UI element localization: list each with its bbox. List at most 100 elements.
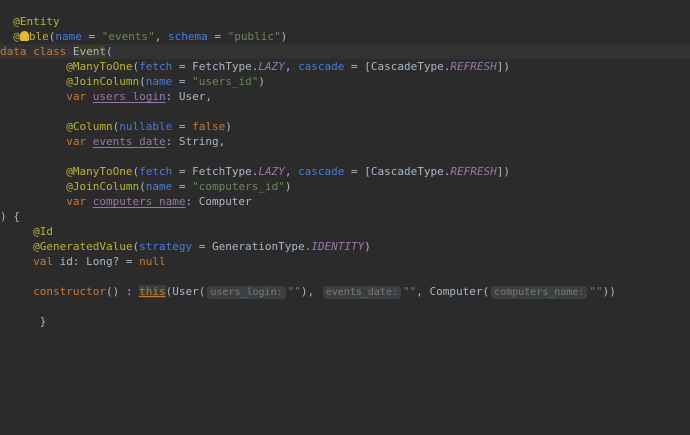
param-fetch: fetch	[139, 165, 173, 178]
param-hint-events-date: events_date:	[322, 286, 401, 299]
equals: =	[172, 180, 193, 193]
paren: )	[364, 240, 371, 253]
code-line-3: data class Event(	[0, 44, 690, 59]
param-hint-computers-name: computers_name:	[491, 286, 588, 299]
code-line-2: @ ble(name = "events", schema = "public")	[0, 29, 690, 44]
type-string: : String,	[165, 135, 226, 148]
type-user: : User,	[165, 90, 212, 103]
param-schema: schema	[167, 30, 208, 43]
keyword-var: var	[66, 90, 93, 103]
code-line-17: val id: Long? = null	[0, 254, 690, 269]
equals: =	[81, 30, 102, 43]
user-call: (User(	[165, 285, 206, 298]
string-events: "events"	[101, 30, 155, 43]
column-annotation: @Column	[66, 120, 113, 133]
class-body-close: }	[39, 315, 47, 328]
paren: (	[139, 180, 146, 193]
code-line-21: }	[0, 314, 690, 329]
table-annotation-name: ble	[28, 30, 49, 43]
join-column-annotation: @JoinColumn	[66, 75, 140, 88]
code-line-19: constructor() : this(User(users_login: ""…	[0, 284, 690, 299]
many-to-one-annotation: @ManyToOne	[66, 60, 133, 73]
keyword-this: this	[139, 285, 166, 298]
const-refresh: REFRESH	[450, 60, 497, 73]
lightbulb-icon[interactable]	[19, 31, 29, 41]
constructor-signature: () :	[105, 285, 140, 298]
const-refresh: REFRESH	[450, 165, 497, 178]
fetch-type: = FetchType.	[172, 165, 259, 178]
cascade-type: = [CascadeType.	[344, 165, 451, 178]
const-lazy: LAZY	[258, 60, 285, 73]
param-fetch: fetch	[139, 60, 173, 73]
param-name: name	[55, 30, 82, 43]
code-line-5: @JoinColumn(name = "users_id")	[0, 74, 690, 89]
paren: )	[258, 75, 265, 88]
string-users-id: "users_id"	[192, 75, 259, 88]
paren: )	[284, 180, 292, 193]
param-cascade: cascade	[298, 165, 345, 178]
class-name-event: Event	[72, 45, 106, 58]
table-annotation-at: @	[13, 30, 20, 43]
param-nullable: nullable	[119, 120, 173, 133]
comma: ,	[284, 60, 299, 73]
keyword-false: false	[192, 120, 226, 133]
comma: ,	[284, 165, 299, 178]
code-line-4: @ManyToOne(fetch = FetchType.LAZY, casca…	[0, 59, 690, 74]
property-users-login: users_login	[92, 90, 166, 103]
string-computers-id: "computers_id"	[192, 180, 285, 193]
string-empty: ""	[402, 285, 417, 298]
string-empty: ""	[287, 285, 301, 298]
bracket-close: ])	[496, 165, 510, 178]
paren-close: ))	[602, 285, 616, 298]
generation-type: = GenerationType.	[192, 240, 312, 253]
id-annotation: @Id	[33, 225, 53, 238]
code-line-13: var computers_name: Computer	[0, 194, 690, 209]
property-computers-name: computers_name	[92, 195, 186, 208]
code-line-12: @JoinColumn(name = "computers_id")	[0, 179, 690, 194]
code-line-8: @Column(nullable = false)	[0, 119, 690, 134]
keyword-null: null	[139, 255, 166, 268]
const-lazy: LAZY	[258, 165, 285, 178]
code-editor[interactable]: @Entity @ ble(name = "events", schema = "…	[0, 0, 690, 435]
fold-marker-icon[interactable]	[0, 209, 4, 224]
code-line-9: var events_date: String,	[0, 134, 690, 149]
property-events-date: events_date	[92, 135, 166, 148]
paren: (	[105, 45, 113, 58]
keyword-constructor: constructor	[33, 285, 106, 298]
keyword-val: val	[33, 255, 60, 268]
cascade-type: = [CascadeType.	[344, 60, 451, 73]
fetch-type: = FetchType.	[172, 60, 259, 73]
param-name: name	[145, 75, 173, 88]
paren: (	[139, 75, 146, 88]
many-to-one-annotation: @ManyToOne	[66, 165, 133, 178]
keyword-data-class: data class	[0, 45, 73, 58]
bracket-close: ])	[496, 60, 510, 73]
entity-annotation: @Entity	[13, 15, 60, 28]
code-line-1: @Entity	[0, 14, 690, 29]
paren: )	[225, 120, 232, 133]
join-column-annotation: @JoinColumn	[66, 180, 140, 193]
param-cascade: cascade	[298, 60, 345, 73]
code-line-15: @Id	[0, 224, 690, 239]
id-declaration: id: Long? =	[59, 255, 140, 268]
keyword-var: var	[66, 195, 93, 208]
string-empty: ""	[589, 285, 603, 298]
paren-comma: ),	[300, 285, 315, 298]
comma: ,	[154, 30, 168, 43]
type-computer: : Computer	[185, 195, 252, 208]
paren: )	[280, 30, 288, 43]
code-line-11: @ManyToOne(fetch = FetchType.LAZY, casca…	[0, 164, 690, 179]
generated-value-annotation: @GeneratedValue	[33, 240, 133, 253]
code-line-14: ) {	[0, 209, 690, 224]
string-public: "public"	[227, 30, 281, 43]
computer-call: , Computer(	[416, 285, 490, 298]
code-line-16: @GeneratedValue(strategy = GenerationTyp…	[0, 239, 690, 254]
param-name: name	[145, 180, 173, 193]
code-line-6: var users_login: User,	[0, 89, 690, 104]
equals: =	[172, 75, 193, 88]
equals: =	[207, 30, 228, 43]
param-hint-users-login: users_login:	[207, 286, 286, 299]
keyword-var: var	[66, 135, 93, 148]
const-identity: IDENTITY	[311, 240, 365, 253]
param-strategy: strategy	[139, 240, 193, 253]
